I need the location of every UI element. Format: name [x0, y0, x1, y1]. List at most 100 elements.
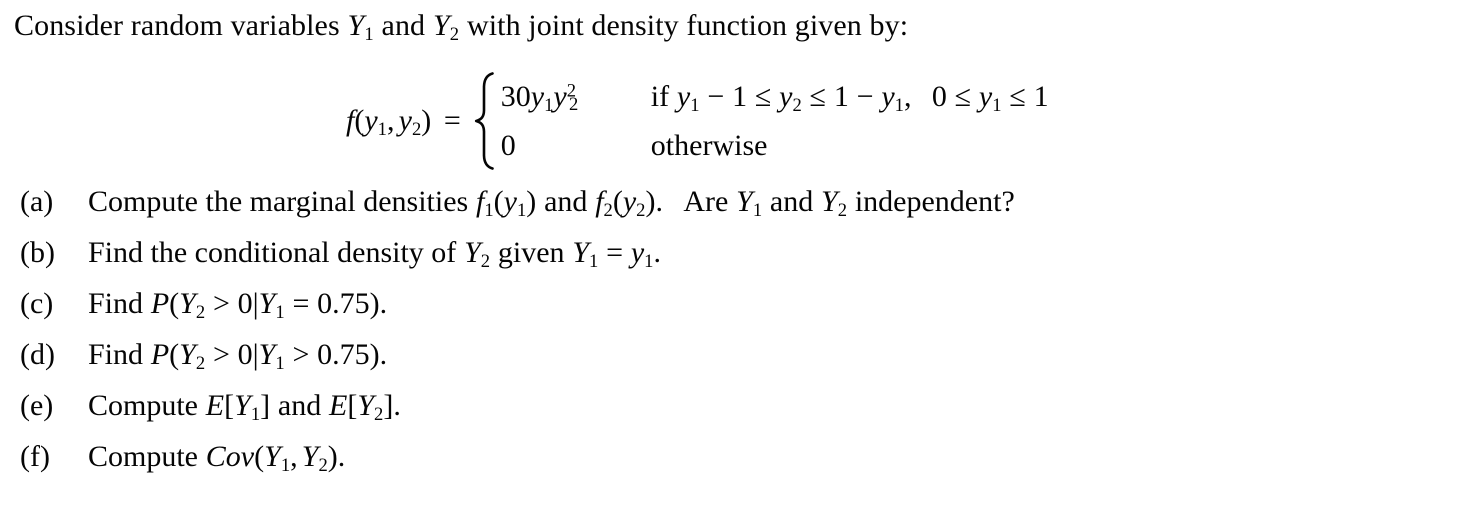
part-d-Y1: Y1: [258, 338, 285, 374]
part-d-paren-open: (: [169, 338, 180, 371]
part-b-period: .: [653, 236, 661, 269]
arg-y2: y2: [398, 104, 422, 140]
expectation-symbol-1: E: [205, 389, 225, 422]
cond-zero: 0: [931, 79, 947, 113]
part-d-relation: >: [292, 338, 310, 371]
cond-minus-b: −: [856, 79, 874, 113]
condition-if-keyword: if: [650, 79, 670, 113]
part-f-Y1: Y1: [264, 440, 291, 476]
part-c-zero: 0: [237, 287, 253, 320]
part-f-Y2: Y2: [301, 440, 328, 476]
part-body-e: Compute E[Y1] and E[Y2].: [88, 389, 401, 425]
covariance-symbol: Cov: [205, 440, 255, 473]
list-item: (b) Find the conditional density of Y2 giv…: [0, 236, 1464, 287]
intro-conjunction: and: [381, 9, 426, 42]
part-a-period-1: .: [655, 185, 663, 218]
problem-parts-list: (a) Compute the marginal densities f1(y1)…: [0, 185, 1464, 491]
part-b-Y2: Y2: [464, 236, 491, 272]
probability-symbol-d: P: [150, 338, 170, 371]
part-f-paren-close: ): [327, 440, 338, 473]
part-c-period: .: [379, 287, 388, 320]
part-d-paren-close: ): [369, 338, 380, 371]
cond-y1-c: y1: [978, 79, 1002, 116]
cond-y2: y2: [779, 79, 802, 116]
list-item: (d) Find P(Y2 >0|Y1 >0.75).: [0, 338, 1464, 389]
curly-brace-icon: [471, 72, 497, 170]
part-f-comma: ,: [290, 440, 298, 473]
part-d-gt: >: [212, 338, 230, 371]
list-item: (f) Compute Cov(Y1, Y2).: [0, 440, 1464, 491]
paren-close: ): [421, 104, 432, 137]
marginal-f1: f1: [476, 185, 494, 221]
part-c-paren-open: (: [169, 287, 180, 320]
part-body-b: Find the conditional density of Y2 given Y1…: [88, 236, 661, 272]
marginal-f2: f2: [595, 185, 613, 221]
part-label-b: (b): [20, 236, 55, 269]
arg-comma: ,: [386, 104, 395, 137]
equals-sign: =: [443, 104, 461, 137]
expectation-symbol-2: E: [329, 389, 348, 422]
arg-y1: y1: [364, 104, 387, 140]
part-e-and: and: [277, 389, 322, 422]
cond-one-a: 1: [732, 79, 748, 113]
part-f-paren-open: (: [254, 440, 265, 473]
cond-y1-b: y1: [881, 79, 904, 116]
part-d-lead: Find: [88, 338, 144, 371]
part-body-c: Find P(Y2 >0|Y1 = 0.75).: [88, 287, 388, 323]
case1-coefficient: 30: [500, 79, 531, 113]
case-1-condition: if y1−1 ≤ y2 ≤1− y1, 0 ≤ y1 ≤1: [650, 79, 1049, 116]
part-b-y1: y1: [630, 236, 654, 272]
case-1-value: 30y1y22: [499, 79, 651, 116]
part-a-and2: and: [769, 185, 814, 218]
document-page: Consider random variables Y1 and Y2 with joi…: [0, 0, 1464, 520]
part-b-Y1: Y1: [572, 236, 599, 272]
probability-symbol-c: P: [150, 287, 170, 320]
part-body-d: Find P(Y2 >0|Y1 >0.75).: [88, 338, 387, 374]
part-b-equals: =: [606, 236, 624, 269]
cond-leq-4: ≤: [1009, 79, 1026, 113]
part-e-period: .: [393, 389, 401, 422]
intro-var-y1: Y1: [347, 9, 374, 45]
f1-paren-close: ): [526, 185, 537, 218]
part-e-bracket-close-1: ]: [260, 389, 271, 422]
part-c-Y2: Y2: [179, 287, 206, 323]
part-e-Y2: Y2: [357, 389, 384, 425]
part-c-lead: Find: [88, 287, 144, 320]
part-c-paren-close: ): [369, 287, 380, 320]
part-c-relation: =: [292, 287, 310, 320]
part-e-bracket-open-2: [: [347, 389, 358, 422]
part-a-tail: independent?: [854, 185, 1015, 218]
part-d-Y2: Y2: [179, 338, 206, 374]
part-c-Y1: Y1: [258, 287, 285, 323]
arg-y1-sub: 1: [377, 118, 387, 140]
part-label-c: (c): [20, 287, 54, 320]
part-label-d: (d): [20, 338, 55, 371]
part-c-value: 0.75: [317, 287, 370, 320]
part-a-mid: Are: [683, 185, 729, 218]
part-label-f: (f): [20, 440, 50, 473]
cond-leq-3: ≤: [954, 79, 972, 113]
part-a-lead: Compute the marginal densities: [88, 185, 469, 218]
f1-arg: y1: [503, 185, 527, 221]
equation-left-hand-side: f(y1, y2) =: [346, 104, 471, 140]
case-2-value: 0: [499, 129, 651, 163]
case1-y2-squared: y22: [553, 79, 579, 116]
list-item: (e) Compute E[Y1] and E[Y2].: [0, 389, 1464, 440]
part-body-f: Compute Cov(Y1, Y2).: [88, 440, 345, 476]
f2-paren-open: (: [612, 185, 623, 218]
part-c-gt: >: [212, 287, 230, 320]
part-e-lead: Compute: [88, 389, 198, 422]
arg-y2-sub: 2: [411, 118, 422, 140]
cond-one-c: 1: [1033, 79, 1049, 113]
intro-var-y2-sub: 2: [449, 23, 460, 45]
cond-leq-1: ≤: [754, 79, 772, 113]
joint-density-equation: f(y1, y2) = 30y1y22 if y1−1 ≤ y2 ≤1− y1, 0 ≤ y1 ≤1 …: [346, 72, 1049, 170]
f2-paren-close: ): [645, 185, 656, 218]
part-e-bracket-open-1: [: [224, 389, 235, 422]
part-a-Y1: Y1: [736, 185, 763, 221]
f2-arg: y2: [622, 185, 646, 221]
intro-text-lead: Consider random variables: [14, 9, 340, 42]
list-item: (a) Compute the marginal densities f1(y1)…: [0, 185, 1464, 236]
case1-y1: y1: [530, 79, 554, 116]
part-b-lead: Find the conditional density of: [88, 236, 457, 269]
